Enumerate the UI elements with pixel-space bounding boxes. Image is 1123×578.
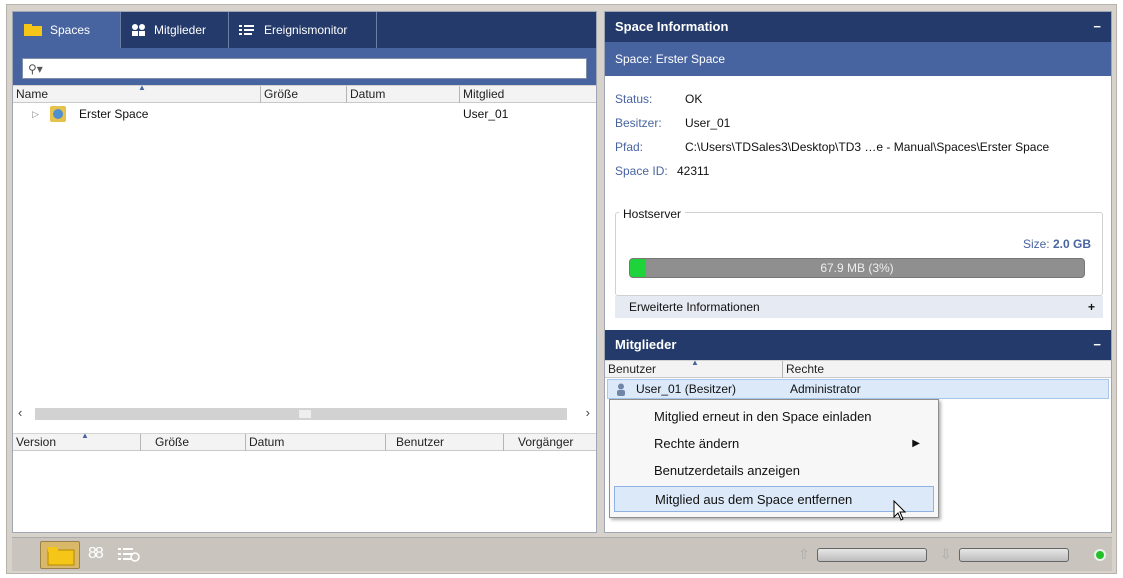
panel-title: Space Information [615, 19, 729, 34]
path-value: C:\Users\TDSales3\Desktop\TD3 …e - Manua… [685, 140, 1050, 154]
path-line: Pfad: C:\Users\TDSales3\Desktop\TD3 …e - … [615, 140, 1049, 154]
space-id-value: 42311 [677, 164, 710, 178]
space-member: User_01 [463, 107, 509, 121]
scroll-right-icon[interactable]: › [586, 405, 590, 420]
column-header-name[interactable]: Name [13, 86, 261, 103]
spaces-panel: Spaces Mitglieder Ereignismonitor ⚲▾ Nam… [12, 11, 597, 533]
sort-ascending-icon: ▲ [138, 83, 146, 92]
versions-table-header: Version Größe Datum Benutzer Vorgänger ▲ [13, 431, 598, 451]
tab-spaces[interactable]: Spaces [13, 12, 121, 48]
tab-spaces-label: Spaces [50, 23, 91, 37]
horizontal-scrollbar[interactable]: ‹ › [13, 405, 596, 423]
event-monitor-icon[interactable] [118, 547, 140, 563]
members-header[interactable]: Mitglieder − [605, 330, 1111, 360]
event-monitor-icon [239, 25, 254, 35]
scroll-left-icon[interactable]: ‹ [18, 405, 22, 420]
folder-icon [24, 24, 42, 36]
expand-plus-icon[interactable]: + [1088, 296, 1095, 318]
owner-value: User_01 [685, 116, 731, 130]
menu-item-change-rights-label: Rechte ändern [654, 436, 740, 451]
member-rights: Administrator [790, 382, 861, 396]
collapse-icon[interactable]: − [1093, 330, 1101, 360]
path-label: Pfad: [615, 140, 644, 154]
space-icon [50, 106, 66, 125]
status-line: Status: OK [615, 92, 702, 106]
spaces-table-header: Name Größe Datum Mitglied ▲ [13, 83, 598, 103]
download-arrow-icon: ⇩ [940, 546, 952, 562]
column-header-size[interactable]: Größe [261, 86, 347, 103]
search-input[interactable]: ⚲▾ [22, 58, 587, 79]
column-header-date[interactable]: Datum [246, 434, 386, 451]
status-label: Status: [615, 92, 653, 106]
owner-label: Besitzer: [615, 116, 662, 130]
column-header-predecessor[interactable]: Vorgänger [504, 434, 598, 451]
menu-item-change-rights[interactable]: Rechte ändern ▶ [614, 431, 934, 457]
space-id-line: Space ID: 42311 [615, 164, 709, 178]
tab-mitglieder[interactable]: Mitglieder [121, 12, 229, 48]
members-panel-title: Mitglieder [615, 337, 677, 352]
owner-line: Besitzer: User_01 [615, 116, 730, 130]
download-progress [959, 548, 1069, 562]
menu-item-user-details[interactable]: Benutzerdetails anzeigen [614, 458, 934, 484]
search-bar: ⚲▾ [13, 48, 596, 85]
storage-usage-text: 67.9 MB (3%) [820, 261, 894, 275]
size-line: Size: 2.0 GB [1023, 237, 1091, 251]
advanced-info-label: Erweiterte Informationen [629, 300, 760, 314]
scrollbar-thumb[interactable] [299, 410, 311, 418]
size-value: 2.0 GB [1052, 237, 1091, 251]
space-name-bar: Space: Erster Space [605, 42, 1111, 76]
submenu-arrow-icon: ▶ [912, 438, 920, 449]
column-header-member[interactable]: Mitglied [460, 86, 598, 103]
menu-item-reinvite[interactable]: Mitglied erneut in den Space einladen [614, 404, 934, 430]
sort-ascending-icon: ▲ [81, 431, 89, 440]
storage-progress-bar: 67.9 MB (3%) [629, 258, 1085, 278]
application-window: Spaces Mitglieder Ereignismonitor ⚲▾ Nam… [6, 4, 1117, 574]
folder-icon [47, 547, 75, 566]
context-menu: Mitglied erneut in den Space einladen Re… [609, 399, 939, 521]
tab-ereignismonitor[interactable]: Ereignismonitor [229, 12, 377, 48]
members-table-header: Benutzer Rechte ▲ [605, 358, 1113, 378]
upload-progress [817, 548, 927, 562]
table-row[interactable]: User_01 (Besitzer) Administrator [607, 379, 1109, 399]
upload-arrow-icon: ⇧ [798, 546, 810, 562]
column-header-version[interactable]: Version [13, 434, 141, 451]
sort-ascending-icon: ▲ [691, 358, 699, 367]
advanced-info-toggle[interactable]: Erweiterte Informationen + [615, 296, 1103, 318]
member-user: User_01 (Besitzer) [636, 382, 737, 396]
tab-bar: Spaces Mitglieder Ereignismonitor [13, 12, 596, 48]
status-value: OK [685, 92, 703, 106]
hostserver-group [615, 212, 1103, 296]
menu-item-remove-member[interactable]: Mitglied aus dem Space entfernen [614, 486, 934, 512]
status-bar: 88 ⇧ ⇩ [12, 537, 1112, 571]
tab-mitglieder-label: Mitglieder [154, 23, 207, 37]
expand-arrow-icon[interactable]: ▷ [32, 109, 39, 120]
column-header-rights[interactable]: Rechte [783, 361, 1113, 378]
tab-ereignismonitor-label: Ereignismonitor [264, 23, 348, 37]
people-icon [132, 24, 145, 36]
spaces-view-button[interactable] [40, 541, 80, 569]
search-icon[interactable]: ⚲▾ [28, 62, 43, 76]
space-information-header[interactable]: Space Information − [605, 12, 1111, 42]
column-header-date[interactable]: Datum [347, 86, 460, 103]
size-prefix: Size: [1022, 237, 1050, 251]
user-icon [616, 383, 626, 399]
collapse-icon[interactable]: − [1093, 12, 1101, 42]
space-name: Erster Space [79, 107, 149, 121]
members-view-icon[interactable]: 88 [88, 545, 104, 563]
column-header-size[interactable]: Größe [141, 434, 246, 451]
hostserver-label: Hostserver [619, 207, 686, 221]
table-row[interactable]: ▷ Erster Space User_01 [13, 105, 596, 125]
connection-status-icon [1094, 549, 1106, 561]
mouse-cursor-icon [893, 500, 907, 521]
column-header-user[interactable]: Benutzer [386, 434, 504, 451]
space-id-label: Space ID: [615, 164, 668, 178]
